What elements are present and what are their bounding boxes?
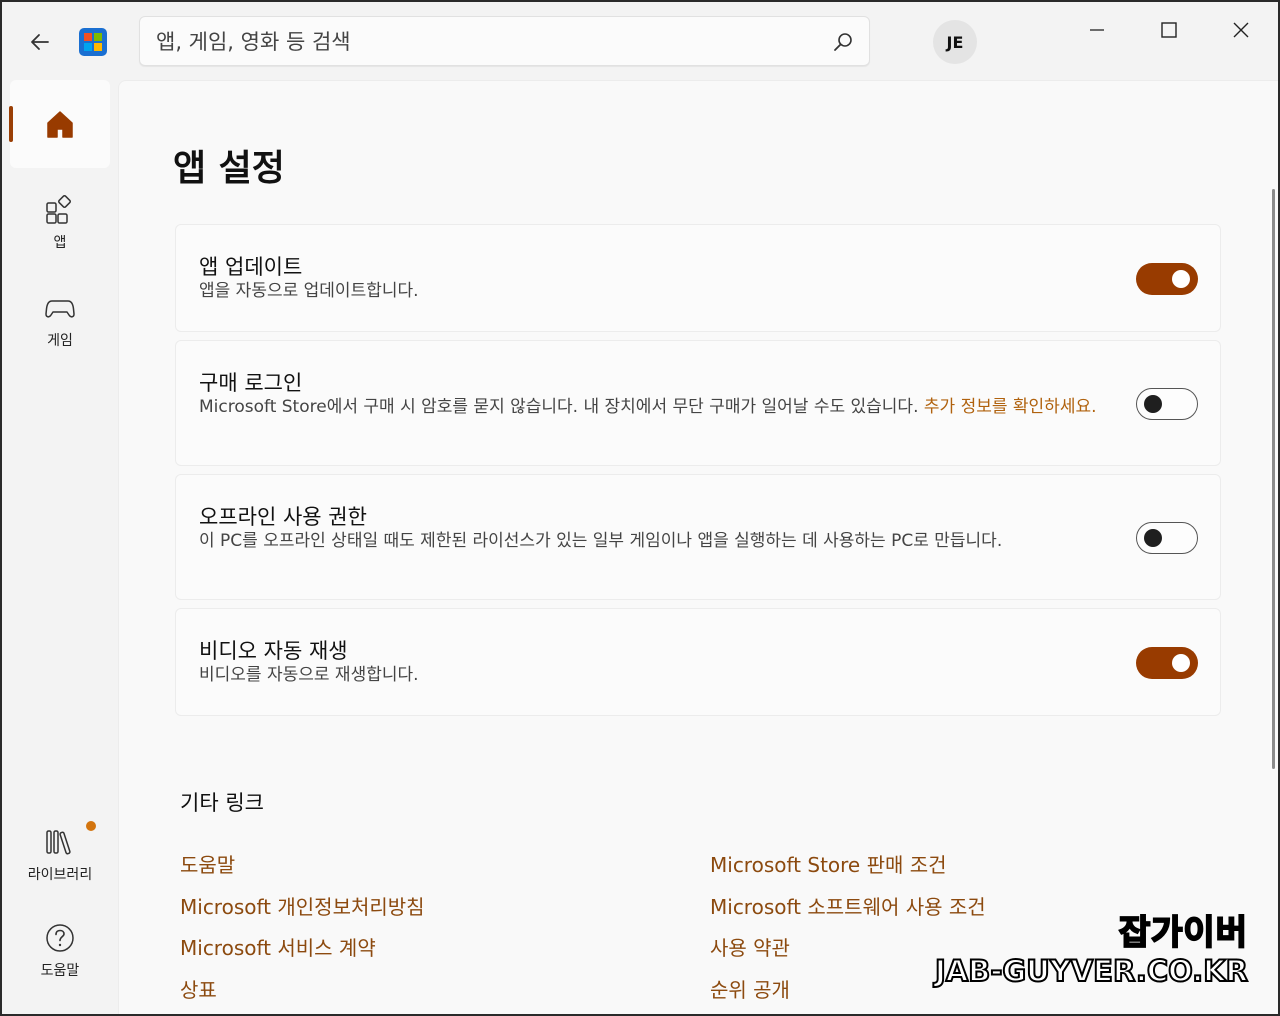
other-links-heading: 기타 링크 [180,791,264,815]
video-autoplay-toggle[interactable] [1136,647,1198,679]
services-agreement-link[interactable]: Microsoft 서비스 계약 [180,932,376,961]
library-icon [46,830,71,855]
avatar[interactable]: JE [933,20,977,64]
gamepad-icon [45,300,75,318]
watermark: 잡가이버 JAB-GUYVER.CO.KR [934,905,1249,989]
logo-square [94,33,102,41]
help-icon [46,924,74,952]
setting-title: 앱 업데이트 [199,255,303,279]
page-title: 앱 설정 [173,148,285,189]
sidebar-item-label: 게임 [47,333,73,349]
sidebar: 앱 게임 라이브러리 도움말 [2,80,116,1014]
back-arrow-icon [31,34,49,50]
close-button[interactable] [1218,10,1264,50]
setting-description: Microsoft Store에서 구매 시 암호를 묻지 않습니다. 내 장치… [199,395,1109,420]
store-logo-icon [79,28,107,56]
sidebar-item-label: 앱 [53,235,67,251]
sidebar-item-apps[interactable]: 앱 [10,194,110,252]
maximize-button[interactable] [1146,10,1192,50]
minimize-button[interactable] [1074,10,1120,50]
help-link[interactable]: 도움말 [180,849,235,878]
toggle-knob [1144,395,1162,413]
app-window: JE 앱 [0,0,1280,1016]
title-bar: JE [2,2,1278,80]
sidebar-item-home[interactable] [9,80,110,168]
privacy-policy-link[interactable]: Microsoft 개인정보처리방침 [180,891,425,920]
app-updates-toggle[interactable] [1136,263,1198,295]
sidebar-item-help[interactable]: 도움말 [10,922,110,980]
setting-card-offline-permissions: 오프라인 사용 권한 이 PC를 오프라인 상태일 때도 제한된 라이선스가 있… [175,474,1221,600]
watermark-url: JAB-GUYVER.CO.KR [934,953,1249,989]
apps-icon [46,195,71,224]
setting-title: 구매 로그인 [199,371,303,395]
toggle-knob [1144,529,1162,547]
toggle-knob [1172,270,1190,288]
setting-card-purchase-signin: 구매 로그인 Microsoft Store에서 구매 시 암호를 묻지 않습니… [175,340,1221,466]
purchase-signin-toggle[interactable] [1136,388,1198,420]
terms-of-use-link[interactable]: 사용 약관 [710,932,790,961]
learn-more-link[interactable]: 추가 정보를 확인하세요. [924,397,1097,417]
setting-card-video-autoplay: 비디오 자동 재생 비디오를 자동으로 재생합니다. [175,608,1221,716]
back-button[interactable] [24,26,56,58]
watermark-title: 잡가이버 [1118,912,1248,954]
maximize-icon [1161,22,1177,38]
vertical-scrollbar[interactable] [1272,189,1275,769]
sidebar-item-games[interactable]: 게임 [10,292,110,350]
setting-description: 이 PC를 오프라인 상태일 때도 제한된 라이선스가 있는 일부 게임이나 앱… [199,531,1003,551]
logo-square [84,33,92,41]
close-icon [1233,22,1249,38]
search-box [139,16,870,66]
setting-card-app-updates: 앱 업데이트 앱을 자동으로 업데이트합니다. [175,224,1221,332]
sidebar-item-label: 도움말 [40,963,80,979]
toggle-knob [1172,654,1190,672]
setting-title: 오프라인 사용 권한 [199,505,367,529]
sales-terms-link[interactable]: Microsoft Store 판매 조건 [710,849,947,878]
setting-title: 비디오 자동 재생 [199,639,348,663]
search-input[interactable] [156,27,816,57]
notification-dot [86,821,96,831]
minimize-icon [1090,29,1104,31]
sidebar-item-label: 라이브러리 [27,867,93,883]
setting-description: 비디오를 자동으로 재생합니다. [199,665,419,685]
trademarks-link[interactable]: 상표 [180,974,217,1003]
search-icon[interactable] [831,30,855,54]
home-icon [47,111,73,138]
logo-square [84,43,92,51]
ranking-disclosure-link[interactable]: 순위 공개 [710,974,790,1003]
logo-square [94,43,102,51]
offline-permissions-toggle[interactable] [1136,522,1198,554]
setting-description: 앱을 자동으로 업데이트합니다. [199,281,419,301]
main-content: 앱 설정 앱 업데이트 앱을 자동으로 업데이트합니다. 구매 로그인 Micr… [118,80,1278,1014]
active-indicator [9,106,13,142]
sidebar-item-library[interactable]: 라이브러리 [10,826,110,884]
setting-description-text: Microsoft Store에서 구매 시 암호를 묻지 않습니다. 내 장치… [199,397,924,417]
